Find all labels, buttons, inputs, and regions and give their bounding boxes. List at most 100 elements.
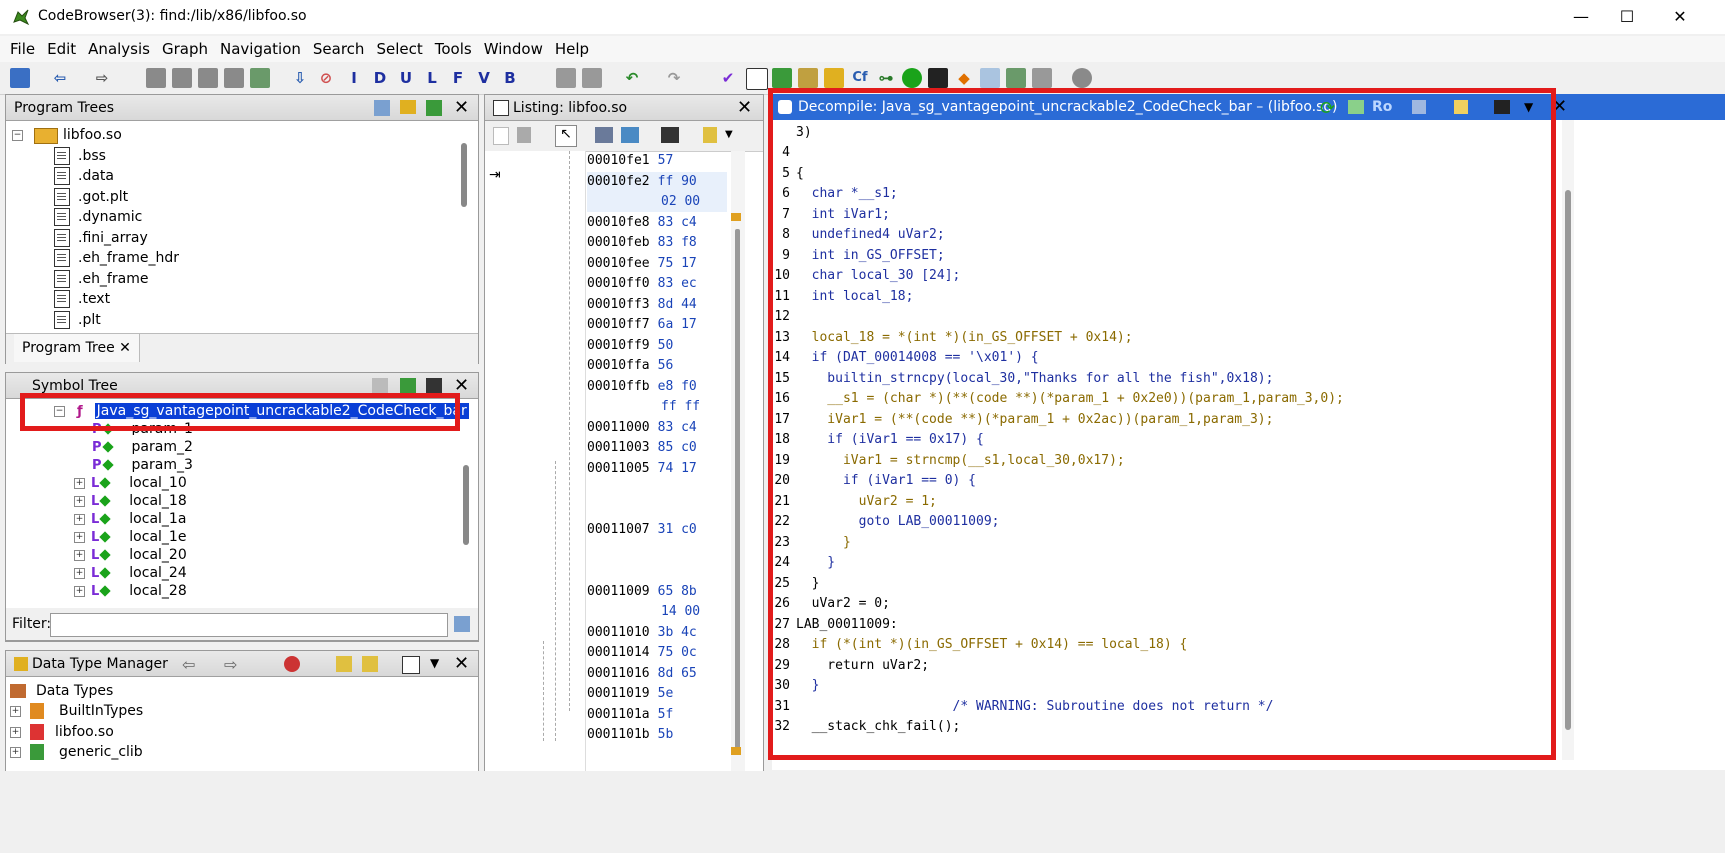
memory-icon[interactable]	[798, 68, 818, 88]
symbol-param-row[interactable]: Pparam_3	[92, 455, 193, 475]
listing-row[interactable]: 00011009 65 8b	[587, 582, 697, 602]
listing-row[interactable]: 00011014 75 0c	[587, 643, 697, 663]
console-icon[interactable]	[928, 68, 948, 88]
listing-row[interactable]: 0001101b 5b	[587, 725, 673, 745]
listing-row[interactable]: 00010fe2 ff 90	[587, 172, 727, 192]
listing-menu-icon[interactable]: ▼	[725, 129, 733, 140]
expand-icon[interactable]: +	[74, 495, 85, 507]
data-icon[interactable]: D	[370, 68, 390, 88]
back-arrow-icon[interactable]: ⇦	[50, 68, 70, 88]
tree-item[interactable]: .plt	[54, 310, 101, 330]
minimize-button[interactable]: —	[1558, 0, 1604, 34]
tool-icon-1[interactable]	[556, 68, 576, 88]
collapse-icon[interactable]: −	[12, 129, 23, 141]
listing-row[interactable]: 00011005 74 17	[587, 459, 697, 479]
listing-row[interactable]: 00010feb 83 f8	[587, 233, 697, 253]
bookmark-icon[interactable]: B	[500, 68, 520, 88]
export-icon[interactable]	[1006, 68, 1026, 88]
dtm-archive-icon[interactable]	[284, 656, 300, 672]
paste-icon[interactable]	[517, 127, 531, 143]
nav-icon-2[interactable]	[172, 68, 192, 88]
menu-select[interactable]: Select	[370, 36, 428, 62]
function-icon[interactable]: F	[448, 68, 468, 88]
tree-item[interactable]: .bss	[54, 146, 106, 166]
menu-edit[interactable]: Edit	[41, 36, 82, 62]
symbol-local-row[interactable]: + Llocal_20	[74, 545, 187, 565]
filter-input[interactable]	[50, 613, 448, 637]
expand-icon[interactable]: +	[74, 549, 85, 561]
redo-icon[interactable]: ↷	[664, 68, 684, 88]
listing-row[interactable]: 00010fe1 57	[587, 151, 673, 171]
expand-icon[interactable]: +	[10, 705, 21, 717]
tree-root-libfoo[interactable]: − libfoo.so	[12, 125, 122, 145]
listing-row[interactable]: 0001101a 5f	[587, 705, 673, 725]
nav-icon-3[interactable]	[198, 68, 218, 88]
listing-row[interactable]: 00011010 3b 4c	[587, 623, 697, 643]
tree-icon[interactable]	[1032, 68, 1052, 88]
listing-row[interactable]: 00011019 5e	[587, 684, 673, 704]
dtm-view-icon[interactable]	[402, 656, 420, 674]
copy-icon[interactable]	[493, 127, 509, 145]
listing-row[interactable]: 00010ffb e8 f0	[587, 377, 697, 397]
instruction-icon[interactable]: I	[344, 68, 364, 88]
menu-file[interactable]: File	[4, 36, 41, 62]
symbol-local-row[interactable]: + Llocal_1a	[74, 509, 186, 529]
tree-item[interactable]: .eh_frame_hdr	[54, 248, 179, 268]
tree-item[interactable]: .text	[54, 289, 110, 309]
dtm-menu-icon[interactable]: ▼	[430, 656, 439, 670]
bytes-icon[interactable]	[746, 68, 768, 90]
symbol-local-row[interactable]: + Llocal_28	[74, 581, 187, 601]
dtm-back-icon[interactable]: ⇦	[182, 655, 195, 674]
tab-program-tree[interactable]: Program Tree ✕	[14, 334, 140, 362]
nav-icon-4[interactable]	[224, 68, 244, 88]
undefined-icon[interactable]: U	[396, 68, 416, 88]
tree-action-icon[interactable]	[426, 100, 442, 116]
expand-icon[interactable]: +	[74, 513, 85, 525]
tree-item[interactable]: .dynamic	[54, 207, 142, 227]
listing-row[interactable]: ff ff	[587, 397, 700, 417]
tree-item[interactable]: .eh_frame	[54, 269, 148, 289]
symbol-local-row[interactable]: + Llocal_10	[74, 473, 187, 493]
symbol-param-row[interactable]: Pparam_2	[92, 437, 193, 457]
listing-row[interactable]: 00010ff3 8d 44	[587, 295, 697, 315]
listing-row[interactable]: 00010fee 75 17	[587, 254, 697, 274]
dtm-item-row[interactable]: + BuiltInTypes	[10, 701, 143, 721]
close-tab-icon[interactable]: ✕	[119, 340, 131, 356]
debug-icon[interactable]	[1072, 68, 1092, 88]
filter-options-icon[interactable]	[454, 616, 470, 632]
diamond-icon[interactable]: ◆	[954, 68, 974, 88]
listing-row[interactable]: 00011016 8d 65	[587, 664, 697, 684]
expand-icon[interactable]: +	[74, 531, 85, 543]
listing-row[interactable]: 02 00	[587, 192, 727, 212]
dtm-forward-icon[interactable]: ⇨	[224, 655, 237, 674]
symbol-action-icon-1[interactable]	[372, 378, 388, 394]
symbol-local-row[interactable]: + Llocal_24	[74, 563, 187, 583]
close-window-button[interactable]: ✕	[1650, 0, 1710, 34]
close-listing-icon[interactable]: ✕	[737, 97, 752, 118]
menu-graph[interactable]: Graph	[156, 36, 214, 62]
forward-arrow-icon[interactable]: ⇨	[92, 68, 112, 88]
menu-analysis[interactable]: Analysis	[82, 36, 156, 62]
check-icon[interactable]: ✔	[718, 68, 738, 88]
value-icon[interactable]: V	[474, 68, 494, 88]
stop-icon[interactable]: ⊘	[316, 68, 336, 88]
symbol-action-icon-2[interactable]	[400, 378, 416, 394]
new-tree-icon[interactable]	[374, 100, 390, 116]
down-arrow-icon[interactable]: ⇩	[290, 68, 310, 88]
symbol-local-row[interactable]: + Llocal_1e	[74, 527, 186, 547]
run-icon[interactable]	[902, 68, 922, 88]
listing-format-icon[interactable]	[595, 127, 613, 143]
listing-diff-icon[interactable]	[621, 127, 639, 143]
decompile-scroll-thumb[interactable]	[1565, 190, 1571, 730]
dtm-filter-icon-2[interactable]	[362, 656, 378, 672]
save-icon[interactable]	[10, 68, 30, 88]
refresh-icon[interactable]	[772, 68, 792, 88]
graph-icon[interactable]: ⊶	[876, 68, 896, 88]
listing-row[interactable]: 00010fe8 83 c4	[587, 213, 697, 233]
symbol-tree-scrollbar[interactable]	[463, 465, 469, 545]
tree-item[interactable]: .data	[54, 166, 114, 186]
snapshot-icon[interactable]	[426, 378, 442, 394]
tree-item[interactable]: .fini_array	[54, 228, 148, 248]
expand-icon[interactable]: +	[10, 726, 21, 738]
close-program-trees-icon[interactable]: ✕	[454, 97, 469, 118]
